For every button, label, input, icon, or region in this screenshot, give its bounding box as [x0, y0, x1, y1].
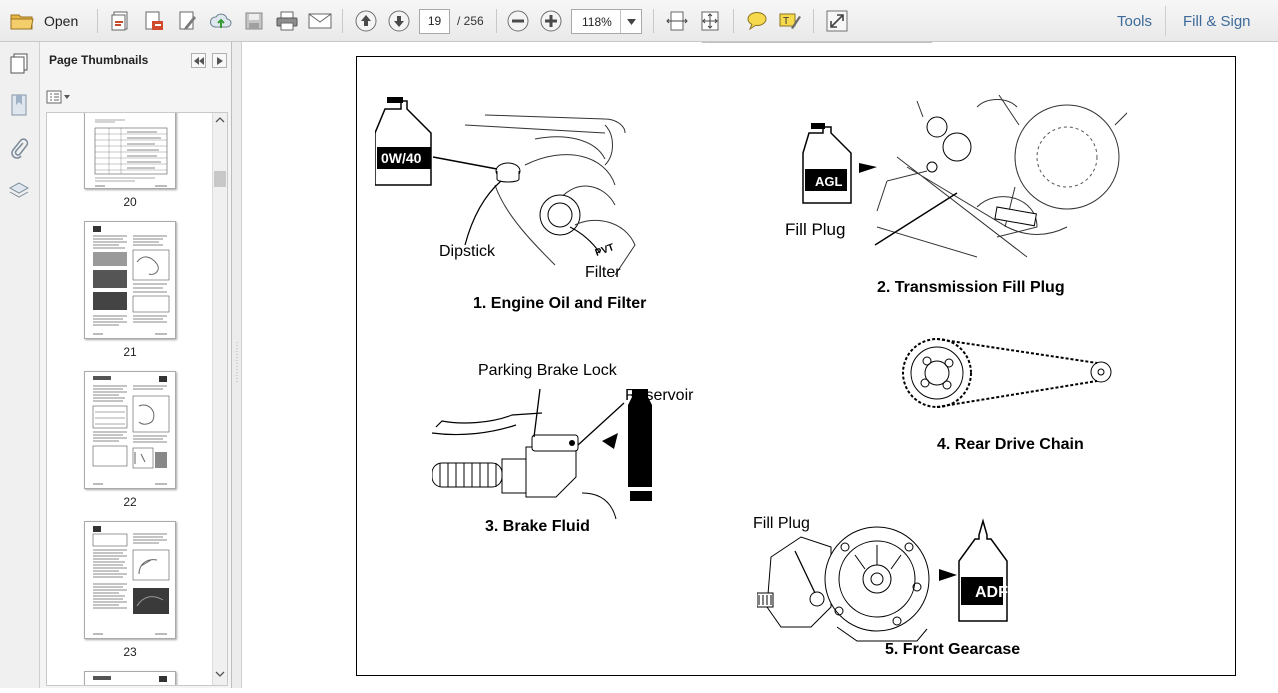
- export-pdf-icon[interactable]: [141, 8, 167, 34]
- brake-bottle-label: BRAKE: [608, 455, 622, 498]
- caption-rear-chain: 4. Rear Drive Chain: [937, 436, 1084, 453]
- reservoir-label: Reservoir: [625, 387, 694, 404]
- edit-pdf-icon[interactable]: [175, 8, 201, 34]
- main-toolbar: Open 19 / 256 118% T Tools Fill & Sign: [0, 0, 1278, 42]
- open-folder-icon[interactable]: [9, 8, 35, 34]
- fit-width-icon[interactable]: [664, 8, 690, 34]
- expand-icon[interactable]: [824, 8, 850, 34]
- dipstick-label: Dipstick: [439, 243, 496, 260]
- parking-brake-lock-label: Parking Brake Lock: [478, 362, 617, 379]
- brake-lever-illustration: [432, 388, 652, 520]
- panel-splitter[interactable]: [232, 42, 242, 688]
- thumbnail-page-number: 20: [123, 195, 137, 209]
- transmission-bottle-label: AGL: [815, 174, 843, 189]
- filter-label: Filter: [585, 264, 621, 281]
- page-thumbnail-23[interactable]: [84, 521, 176, 639]
- chevron-down-icon[interactable]: [620, 10, 641, 33]
- panel-title: Page Thumbnails: [49, 53, 149, 67]
- zoom-in-icon[interactable]: [538, 8, 564, 34]
- save-icon[interactable]: [241, 8, 267, 34]
- open-button[interactable]: Open: [44, 13, 78, 29]
- thumbnail-page-number: 23: [123, 645, 137, 659]
- caption-engine-oil: 1. Engine Oil and Filter: [473, 295, 647, 312]
- fit-page-icon[interactable]: [697, 8, 723, 34]
- tools-link[interactable]: Tools: [1117, 13, 1152, 30]
- attachments-icon[interactable]: [6, 135, 32, 161]
- page-number-input[interactable]: 19: [419, 9, 450, 34]
- scroll-down-icon[interactable]: [213, 669, 227, 683]
- zoom-select[interactable]: 118%: [571, 9, 642, 34]
- create-pdf-icon[interactable]: [108, 8, 134, 34]
- scrollbar-thumb[interactable]: [214, 171, 226, 187]
- page-thumbnail-next[interactable]: [84, 671, 176, 685]
- scroll-up-icon[interactable]: [213, 115, 227, 129]
- highlight-icon[interactable]: T: [777, 8, 803, 34]
- gearcase-bottle-label: ADF: [975, 584, 1008, 601]
- transmission-illustration: [802, 94, 1127, 258]
- page-thumbnail-21[interactable]: [84, 221, 176, 339]
- thumbnail-options-icon[interactable]: [46, 88, 72, 106]
- email-icon[interactable]: [307, 8, 333, 34]
- collapse-panel-icon[interactable]: [191, 53, 206, 68]
- thumbnail-list[interactable]: 20 21 22 23: [46, 112, 228, 686]
- navigation-rail: [0, 42, 40, 688]
- thumbnails-panel: Page Thumbnails 20 21 22 23: [40, 42, 232, 688]
- layers-icon[interactable]: [6, 178, 32, 204]
- rear-chain-illustration: [902, 338, 1112, 408]
- upload-icon[interactable]: [208, 8, 234, 34]
- zoom-value: 118%: [582, 15, 612, 29]
- page-total: / 256: [457, 14, 484, 28]
- caption-brake-fluid: 3. Brake Fluid: [485, 518, 590, 535]
- next-page-icon[interactable]: [386, 8, 412, 34]
- engine-oil-illustration: [375, 97, 636, 275]
- maintenance-figure: 0W/40 PVT Dipstick Filter 1. Engine Oil …: [356, 56, 1236, 676]
- transmission-fill-plug-label: Fill Plug: [785, 220, 846, 239]
- fill-sign-link[interactable]: Fill & Sign: [1183, 13, 1251, 30]
- document-view[interactable]: 0W/40 PVT Dipstick Filter 1. Engine Oil …: [243, 42, 1278, 688]
- bookmarks-icon[interactable]: [6, 92, 32, 118]
- caption-front-gearcase: 5. Front Gearcase: [885, 641, 1021, 658]
- thumbnail-page-number: 22: [123, 495, 137, 509]
- print-icon[interactable]: [274, 8, 300, 34]
- previous-table-edge: [701, 42, 933, 43]
- previous-page-icon[interactable]: [353, 8, 379, 34]
- thumbnail-scrollbar[interactable]: [212, 113, 227, 685]
- oil-bottle-label: 0W/40: [381, 150, 422, 166]
- front-gearcase-illustration: [757, 518, 1008, 642]
- page-thumbnails-icon[interactable]: [6, 50, 32, 76]
- svg-text:T: T: [783, 16, 789, 27]
- gearcase-fill-plug-label: Fill Plug: [753, 515, 810, 532]
- page-thumbnail-22[interactable]: [84, 371, 176, 489]
- zoom-out-icon[interactable]: [505, 8, 531, 34]
- page-thumbnail-20[interactable]: [84, 113, 176, 189]
- expand-panel-icon[interactable]: [212, 53, 227, 68]
- comment-icon[interactable]: [744, 8, 770, 34]
- caption-transmission: 2. Transmission Fill Plug: [877, 279, 1065, 296]
- thumbnail-page-number: 21: [123, 345, 137, 359]
